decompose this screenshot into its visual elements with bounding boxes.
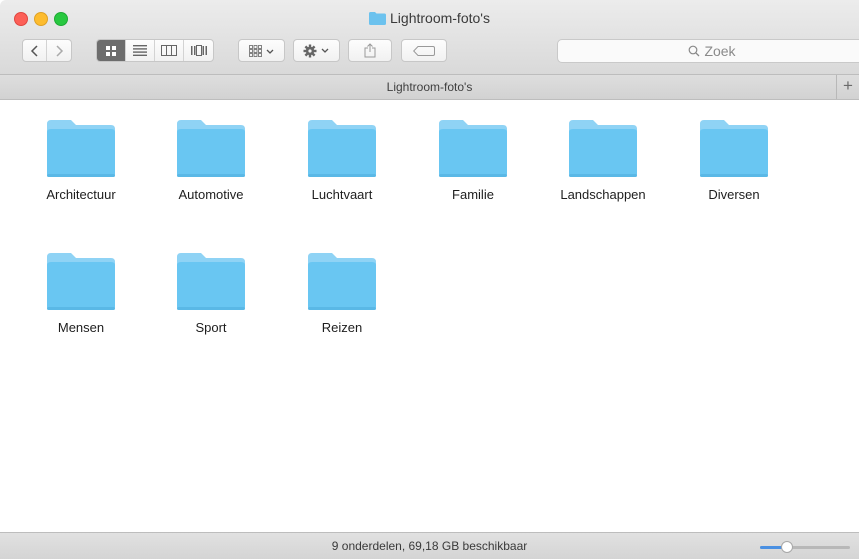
search-placeholder: Zoek	[704, 43, 736, 59]
folder-icon	[439, 120, 507, 177]
folder-item-mensen[interactable]: Mensen	[21, 251, 141, 335]
chevron-right-icon	[56, 44, 64, 57]
folder-label: Familie	[452, 187, 494, 202]
folder-icon	[47, 253, 115, 310]
folder-icon	[369, 12, 387, 28]
folder-item-luchtvaart[interactable]: Luchtvaart	[282, 118, 402, 202]
folder-label: Sport	[195, 320, 227, 335]
folder-icon	[569, 120, 637, 177]
tag-icon	[413, 45, 435, 56]
tab-bar: Lightroom-foto's +	[0, 75, 859, 100]
columns-icon	[161, 45, 177, 56]
slider-knob[interactable]	[781, 541, 793, 553]
folder-item-reizen[interactable]: Reizen	[282, 251, 402, 335]
chevron-left-icon	[30, 44, 38, 57]
list-view-button[interactable]	[126, 40, 155, 61]
status-bar: 9 onderdelen, 69,18 GB beschikbaar	[0, 532, 859, 559]
tag-button[interactable]	[401, 39, 447, 62]
icon-view-button[interactable]	[97, 40, 126, 61]
share-icon	[364, 43, 376, 58]
column-view-button[interactable]	[155, 40, 184, 61]
folder-grid: Architectuur Automotive Luchtvaart Famil…	[0, 100, 859, 532]
view-mode-control	[96, 39, 214, 62]
folder-item-architectuur[interactable]: Architectuur	[21, 118, 141, 202]
folder-label: Architectuur	[46, 187, 116, 202]
folder-item-automotive[interactable]: Automotive	[151, 118, 271, 202]
folder-label: Mensen	[57, 320, 105, 335]
folder-icon	[700, 120, 768, 177]
title-bar: Lightroom-foto's Zoek	[0, 0, 859, 75]
folder-icon	[308, 120, 376, 177]
share-button[interactable]	[348, 39, 392, 62]
folder-icon	[47, 120, 115, 177]
folder-item-sport[interactable]: Sport	[151, 251, 271, 335]
cover-flow-view-button[interactable]	[184, 40, 213, 61]
arrange-button[interactable]	[238, 39, 285, 62]
back-button[interactable]	[23, 40, 47, 61]
icon-size-slider[interactable]	[760, 541, 850, 553]
forward-button[interactable]	[47, 40, 71, 61]
folder-label: Landschappen	[560, 187, 646, 202]
navigation-group	[22, 39, 72, 62]
arrange-icon	[248, 44, 273, 57]
status-text: 9 onderdelen, 69,18 GB beschikbaar	[331, 539, 528, 553]
gear-icon	[303, 44, 328, 57]
grid-icon	[106, 45, 116, 56]
action-button[interactable]	[293, 39, 340, 62]
window-title-text: Lightroom-foto's	[390, 10, 490, 26]
cover-flow-icon	[190, 45, 207, 56]
search-icon	[689, 45, 700, 57]
folder-label: Reizen	[321, 320, 363, 335]
search-field[interactable]: Zoek	[557, 39, 859, 63]
folder-icon	[308, 253, 376, 310]
folder-label: Luchtvaart	[311, 187, 373, 202]
folder-item-landschappen[interactable]: Landschappen	[543, 118, 663, 202]
new-tab-button[interactable]: +	[836, 75, 859, 99]
folder-icon	[177, 120, 245, 177]
folder-item-familie[interactable]: Familie	[413, 118, 533, 202]
tab-label[interactable]: Lightroom-foto's	[387, 80, 473, 94]
list-icon	[133, 45, 147, 56]
folder-label: Automotive	[178, 187, 244, 202]
folder-label: Diversen	[708, 187, 760, 202]
finder-window: Lightroom-foto's Zoek Lightroom-foto's +…	[0, 0, 859, 559]
folder-icon	[177, 253, 245, 310]
window-title: Lightroom-foto's	[0, 10, 859, 28]
folder-item-diversen[interactable]: Diversen	[674, 118, 794, 202]
